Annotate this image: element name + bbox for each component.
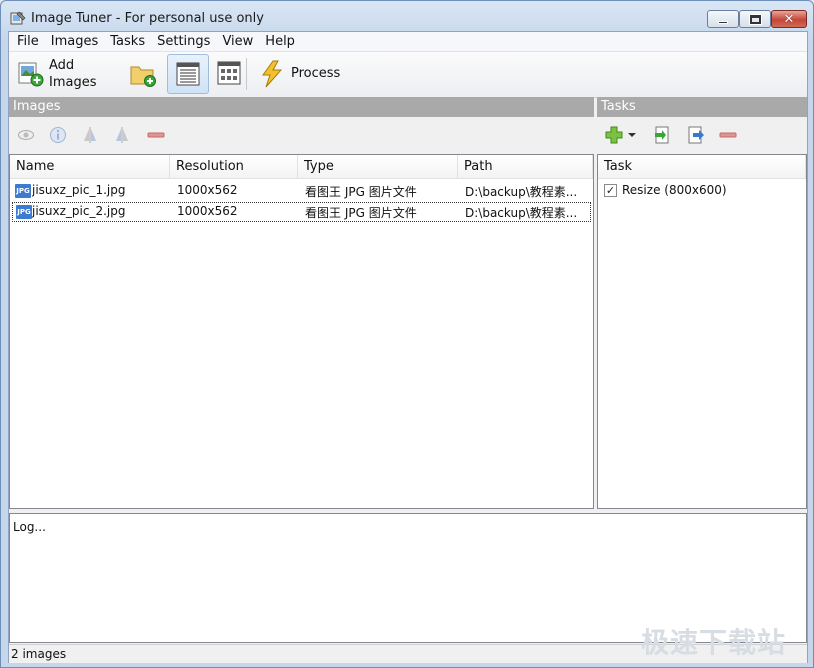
process-label: Process — [291, 66, 341, 81]
list-view-button[interactable] — [167, 54, 209, 94]
tasks-list: Task ✓ Resize (800x600) — [597, 154, 807, 509]
cell-path: D:\backup\教程素... — [465, 185, 578, 199]
minimize-button[interactable] — [707, 10, 739, 28]
remove-image-icon[interactable] — [147, 126, 165, 144]
menu-bar: File Images Tasks Settings View Help — [9, 32, 807, 52]
cell-name: jisuxz_pic_1.jpg — [32, 183, 126, 197]
chevron-down-icon[interactable] — [627, 126, 637, 144]
eye-icon[interactable] — [17, 126, 35, 144]
flip-horizontal-icon[interactable] — [81, 126, 99, 144]
images-panel-header: Images — [9, 97, 594, 117]
toolbar-separator — [246, 58, 247, 90]
cell-type: 看图王 JPG 图片文件 — [305, 206, 417, 220]
lightning-icon — [262, 60, 283, 88]
thumbnail-view-icon — [217, 61, 241, 85]
menu-images[interactable]: Images — [45, 32, 105, 52]
add-folder-icon — [130, 66, 156, 87]
images-panel-toolbar — [9, 117, 594, 153]
maximize-button[interactable] — [739, 10, 771, 28]
flip-vertical-icon[interactable] — [113, 126, 131, 144]
add-images-label-line2: Images — [49, 75, 97, 90]
status-text: 2 images — [11, 647, 67, 661]
tasks-panel-header: Tasks — [597, 97, 807, 117]
minimize-icon — [718, 20, 728, 24]
export-task-icon[interactable] — [687, 126, 705, 144]
add-images-label-line1: Add — [49, 58, 75, 73]
log-text: Log... — [13, 520, 46, 534]
cell-resolution: 1000x562 — [177, 183, 238, 197]
remove-task-icon[interactable] — [719, 126, 737, 144]
column-path[interactable]: Path — [458, 155, 593, 179]
cell-type: 看图王 JPG 图片文件 — [305, 185, 417, 199]
column-name[interactable]: Name — [10, 155, 170, 179]
table-row[interactable]: JPG jisuxz_pic_2.jpg 1000x562 看图王 JPG 图片… — [12, 202, 591, 222]
task-item[interactable]: ✓ Resize (800x600) — [602, 181, 802, 201]
jpg-file-icon: JPG — [15, 184, 31, 198]
add-task-icon[interactable] — [605, 126, 623, 144]
main-window: Image Tuner - For personal use only ✕ Fi… — [0, 0, 814, 668]
app-icon — [10, 11, 26, 25]
menu-view[interactable]: View — [216, 32, 259, 52]
add-image-icon — [18, 62, 44, 87]
thumbnail-view-button[interactable] — [213, 54, 245, 94]
menu-file[interactable]: File — [11, 32, 45, 52]
title-bar[interactable]: Image Tuner - For personal use only ✕ — [1, 1, 813, 31]
column-resolution[interactable]: Resolution — [170, 155, 298, 179]
main-toolbar: Add Images Process — [9, 52, 807, 98]
cell-path: D:\backup\教程素... — [465, 206, 578, 220]
menu-help[interactable]: Help — [259, 32, 301, 52]
images-list: Name Resolution Type Path JPG jisuxz_pic… — [9, 154, 594, 509]
cell-resolution: 1000x562 — [177, 204, 238, 218]
watermark: 极速下载站 — [641, 626, 787, 659]
maximize-icon — [748, 13, 762, 25]
tasks-panel-toolbar — [597, 117, 807, 153]
task-checkbox[interactable]: ✓ — [604, 184, 617, 197]
list-view-icon — [176, 62, 200, 86]
close-button[interactable]: ✕ — [771, 10, 807, 28]
cell-name: jisuxz_pic_2.jpg — [32, 204, 126, 218]
jpg-file-icon: JPG — [16, 205, 32, 219]
window-title: Image Tuner - For personal use only — [31, 11, 264, 26]
column-task[interactable]: Task — [598, 155, 806, 179]
menu-settings[interactable]: Settings — [151, 32, 216, 52]
table-row[interactable]: JPG jisuxz_pic_1.jpg 1000x562 看图王 JPG 图片… — [12, 181, 591, 201]
process-button[interactable]: Process — [255, 54, 345, 94]
import-task-icon[interactable] — [653, 126, 671, 144]
add-images-button[interactable]: Add Images — [15, 54, 103, 94]
close-icon: ✕ — [783, 11, 795, 27]
menu-tasks[interactable]: Tasks — [104, 32, 151, 52]
info-icon[interactable] — [49, 126, 67, 144]
add-folder-button[interactable] — [127, 54, 159, 94]
client-area: File Images Tasks Settings View Help Add… — [8, 31, 808, 663]
task-label: Resize (800x600) — [622, 183, 727, 197]
column-type[interactable]: Type — [298, 155, 458, 179]
